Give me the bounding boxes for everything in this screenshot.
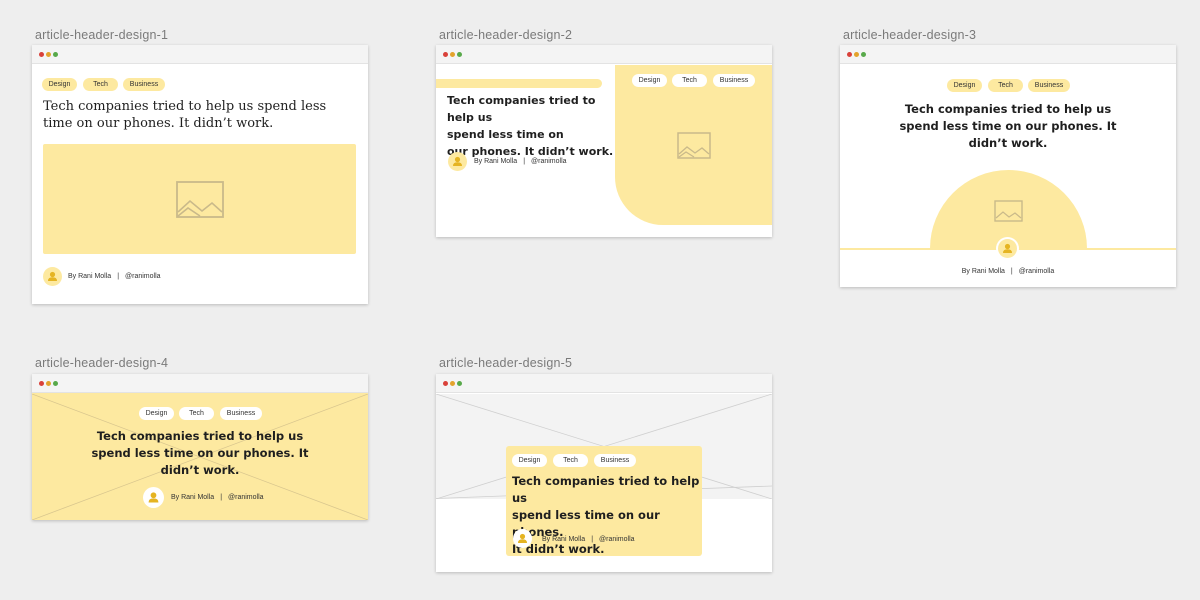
author-handle[interactable]: @ranimolla xyxy=(599,536,635,543)
author-handle[interactable]: @ranimolla xyxy=(531,158,567,165)
window-chrome xyxy=(32,45,368,64)
frame-design-1[interactable]: Design Tech Business Tech companies trie… xyxy=(32,45,368,304)
tag-tech[interactable]: Tech xyxy=(83,78,118,91)
tag-tech[interactable]: Tech xyxy=(988,79,1023,92)
tag-business[interactable]: Business xyxy=(713,74,755,87)
tag-business[interactable]: Business xyxy=(1028,79,1070,92)
close-dot-icon[interactable] xyxy=(39,381,44,386)
frame-label-design-3: article-header-design-3 xyxy=(843,28,977,42)
avatar[interactable] xyxy=(998,239,1017,258)
author-name: By Rani Molla xyxy=(474,158,518,165)
byline: By Rani Molla | @ranimolla xyxy=(961,268,1055,275)
frame-label-design-4: article-header-design-4 xyxy=(35,356,169,370)
article-card: Design Tech Business Tech companies trie… xyxy=(506,446,702,556)
minimize-dot-icon[interactable] xyxy=(450,52,455,57)
author-name: By Rani Molla xyxy=(961,268,1005,275)
tag-design[interactable]: Design xyxy=(632,74,667,87)
tag-design[interactable]: Design xyxy=(139,407,174,420)
frame-design-3[interactable]: Design Tech Business Tech companies trie… xyxy=(840,45,1176,287)
close-dot-icon[interactable] xyxy=(443,381,448,386)
zoom-dot-icon[interactable] xyxy=(457,381,462,386)
avatar[interactable] xyxy=(448,152,467,171)
article-headline: Tech companies tried to help us spend le… xyxy=(512,474,700,556)
tag-design[interactable]: Design xyxy=(42,78,77,91)
avatar[interactable] xyxy=(43,267,62,286)
author-name: By Rani Molla xyxy=(68,273,112,280)
tag-tech[interactable]: Tech xyxy=(553,454,588,467)
person-icon xyxy=(48,271,57,281)
article-headline: Tech companies tried to help us spend le… xyxy=(447,94,614,158)
article-header: Design Tech Business Tech companies trie… xyxy=(840,65,1176,287)
tag-tech[interactable]: Tech xyxy=(672,74,707,87)
tag-business[interactable]: Business xyxy=(594,454,636,467)
article-header: Design Tech Business Tech companies trie… xyxy=(436,65,772,237)
tag-design[interactable]: Design xyxy=(947,79,982,92)
close-dot-icon[interactable] xyxy=(39,52,44,57)
author-handle[interactable]: @ranimolla xyxy=(125,273,161,280)
image-placeholder-icon xyxy=(176,181,224,218)
tag-business[interactable]: Business xyxy=(123,78,165,91)
person-icon xyxy=(1003,243,1012,253)
zoom-dot-icon[interactable] xyxy=(53,52,58,57)
byline: By Rani Molla | @ranimolla xyxy=(474,158,567,165)
zoom-dot-icon[interactable] xyxy=(457,52,462,57)
article-header: Design Tech Business Tech companies trie… xyxy=(32,394,368,520)
byline: By Rani Molla | @ranimolla xyxy=(68,273,161,280)
hero-image-placeholder xyxy=(43,144,356,254)
byline: By Rani Molla | @ranimolla xyxy=(542,536,635,543)
avatar[interactable] xyxy=(513,529,532,548)
person-icon xyxy=(518,533,527,543)
article-header: Design Tech Business Tech companies trie… xyxy=(436,394,772,572)
frame-label-design-5: article-header-design-5 xyxy=(439,356,573,370)
author-handle[interactable]: @ranimolla xyxy=(1019,268,1055,275)
frame-label-design-2: article-header-design-2 xyxy=(439,28,573,42)
author-handle[interactable]: @ranimolla xyxy=(228,494,264,501)
article-headline: Tech companies tried to help us spend le… xyxy=(91,429,309,477)
author-name: By Rani Molla xyxy=(171,494,215,501)
window-chrome xyxy=(436,45,772,64)
minimize-dot-icon[interactable] xyxy=(450,381,455,386)
frame-design-4[interactable]: Design Tech Business Tech companies trie… xyxy=(32,374,368,520)
tag-design[interactable]: Design xyxy=(512,454,547,467)
frame-design-5[interactable]: Design Tech Business Tech companies trie… xyxy=(436,374,772,572)
tag-business[interactable]: Business xyxy=(220,407,262,420)
window-chrome xyxy=(32,374,368,393)
frame-label-design-1: article-header-design-1 xyxy=(35,28,169,42)
tag-tech[interactable]: Tech xyxy=(179,407,214,420)
byline: By Rani Molla | @ranimolla xyxy=(171,494,264,501)
person-icon xyxy=(148,492,159,503)
minimize-dot-icon[interactable] xyxy=(854,52,859,57)
minimize-dot-icon[interactable] xyxy=(46,381,51,386)
article-headline: Tech companies tried to help us spend le… xyxy=(43,99,327,131)
window-chrome xyxy=(436,374,772,393)
hero-image-placeholder xyxy=(615,65,772,225)
frame-design-2[interactable]: Design Tech Business Tech companies trie… xyxy=(436,45,772,237)
article-header: Design Tech Business Tech companies trie… xyxy=(32,65,368,304)
close-dot-icon[interactable] xyxy=(847,52,852,57)
image-placeholder-icon xyxy=(994,200,1023,222)
person-icon xyxy=(453,156,462,166)
window-chrome xyxy=(840,45,1176,64)
minimize-dot-icon[interactable] xyxy=(46,52,51,57)
accent-bar xyxy=(436,79,602,88)
zoom-dot-icon[interactable] xyxy=(53,381,58,386)
image-placeholder-icon xyxy=(677,132,711,159)
avatar[interactable] xyxy=(143,487,164,508)
zoom-dot-icon[interactable] xyxy=(861,52,866,57)
close-dot-icon[interactable] xyxy=(443,52,448,57)
article-headline: Tech companies tried to help us spend le… xyxy=(899,102,1117,150)
hero-image-placeholder xyxy=(930,170,1087,250)
author-name: By Rani Molla xyxy=(542,536,586,543)
